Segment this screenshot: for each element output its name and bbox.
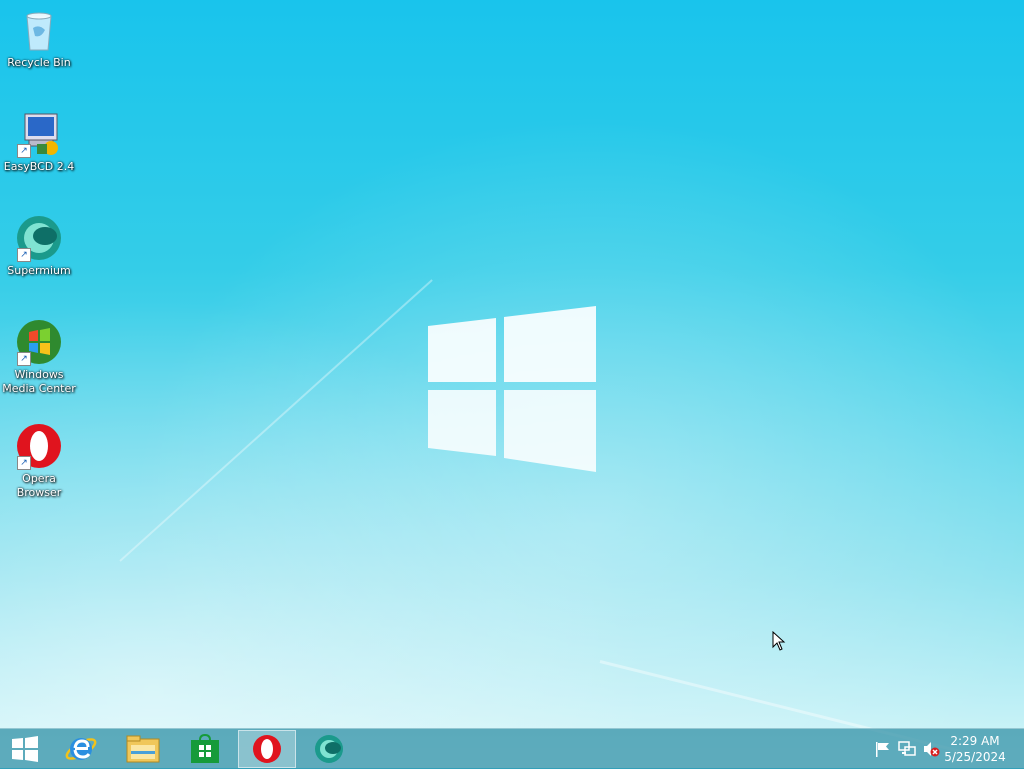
supermium-icon: ↗ [15, 214, 63, 262]
desktop-icon-opera-browser[interactable]: ↗ Opera Browser [0, 422, 79, 500]
desktop-icon-label: EasyBCD 2.4 [3, 160, 75, 173]
desktop-icon-easybcd[interactable]: ↗ EasyBCD 2.4 [0, 110, 79, 174]
volume-muted-icon[interactable] [922, 740, 940, 758]
shortcut-arrow-icon: ↗ [17, 248, 31, 262]
internet-explorer-icon [65, 738, 97, 760]
shortcut-arrow-icon: ↗ [17, 144, 31, 158]
desktop-icon-recycle-bin[interactable]: Recycle Bin [0, 6, 79, 70]
desktop-icon-windows-media-center[interactable]: ↗ Windows Media Center [0, 318, 79, 396]
opera-icon: ↗ [15, 422, 63, 470]
action-center-flag-icon[interactable] [874, 740, 892, 758]
desktop-icon-label: Opera Browser [16, 472, 62, 499]
desktop-icon-label: Windows Media Center [2, 368, 76, 395]
easybcd-icon: ↗ [15, 110, 63, 158]
start-button[interactable] [0, 730, 50, 768]
recycle-bin-icon [15, 6, 63, 54]
taskbar-opera[interactable] [238, 730, 296, 768]
taskbar-windows-store[interactable] [176, 730, 234, 768]
mouse-cursor-icon [772, 631, 786, 651]
desktop-icon-label: Recycle Bin [7, 56, 71, 69]
desktop-icon-supermium[interactable]: ↗ Supermium [0, 214, 79, 278]
network-icon[interactable] [898, 740, 916, 758]
opera-icon [253, 735, 281, 763]
taskbar-file-explorer[interactable] [114, 730, 172, 768]
desktop-icon-label: Supermium [7, 264, 71, 277]
clock-time: 2:29 AM [950, 734, 1000, 748]
file-explorer-icon [126, 735, 160, 763]
supermium-icon [315, 735, 343, 763]
taskbar-internet-explorer[interactable] [52, 730, 110, 768]
taskbar-supermium[interactable] [300, 730, 358, 768]
clock-date: 5/25/2024 [944, 750, 1006, 764]
taskbar: 2:29 AM 5/25/2024 [0, 728, 1024, 769]
windows-start-icon [12, 736, 38, 762]
shortcut-arrow-icon: ↗ [17, 352, 31, 366]
windows-media-center-icon: ↗ [15, 318, 63, 366]
windows-store-icon [191, 734, 219, 763]
windows-logo-watermark [428, 306, 596, 472]
system-clock[interactable]: 2:29 AM 5/25/2024 [940, 733, 1010, 765]
shortcut-arrow-icon: ↗ [17, 456, 31, 470]
